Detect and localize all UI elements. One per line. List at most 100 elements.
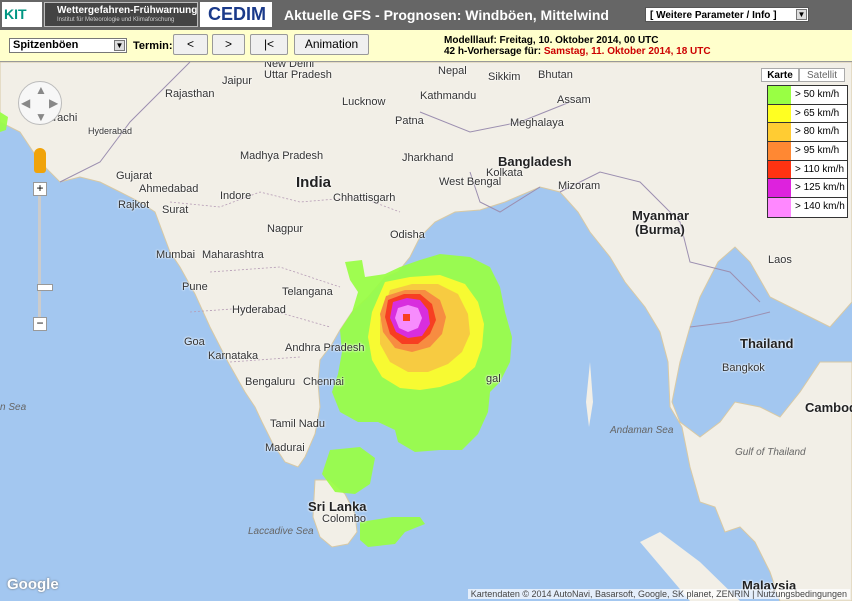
pan-up-icon[interactable]: ▲: [35, 84, 47, 96]
animation-button[interactable]: Animation: [294, 34, 369, 55]
cedim-logo[interactable]: CEDIM: [200, 2, 272, 27]
zoom-out-button[interactable]: −: [33, 317, 47, 331]
map-label: Thailand: [740, 336, 794, 351]
forecast-time: Samstag, 11. Oktober 2014, 18 UTC: [543, 46, 711, 57]
chevron-down-icon[interactable]: ▼: [114, 40, 125, 51]
legend-label: > 50 km/h: [795, 89, 840, 100]
map-type-satellite-button[interactable]: Satellit: [799, 68, 845, 82]
chevron-down-icon[interactable]: ▼: [796, 9, 807, 20]
pegman-icon[interactable]: [34, 148, 46, 173]
map-label: Andaman Sea: [610, 425, 674, 436]
map-label: Uttar Pradesh: [264, 69, 332, 81]
warning-logo[interactable]: Wettergefahren-Frühwarnung Institut für …: [44, 2, 198, 27]
map-label: Surat: [162, 204, 189, 216]
map-label: Meghalaya: [510, 117, 564, 129]
map-type-map-button[interactable]: Karte: [761, 68, 799, 82]
pan-left-icon[interactable]: ◀: [21, 97, 30, 109]
legend-item: > 80 km/h: [768, 123, 847, 143]
map-label: Gulf of Thailand: [735, 447, 806, 458]
map-label: Karnataka: [208, 350, 259, 362]
storm-center: [403, 314, 410, 321]
next-button[interactable]: >: [212, 34, 245, 55]
zoom-track[interactable]: [37, 196, 53, 317]
pan-down-icon[interactable]: ▼: [35, 111, 47, 123]
wind-overlay: [0, 112, 512, 547]
legend-swatch: [768, 104, 791, 123]
legend-swatch: [768, 142, 791, 160]
map-label: Maharashtra: [202, 249, 264, 261]
map-label: Bengaluru: [245, 376, 296, 388]
map-label: Patna: [395, 115, 424, 127]
map-view[interactable]: New Delhi Jaipur Uttar Pradesh Kathmandu…: [0, 62, 852, 601]
map-label: Kathmandu: [420, 90, 477, 102]
map-label: Ahmedabad: [139, 183, 199, 195]
map-label: Lucknow: [342, 96, 386, 108]
gust-50-area-4: [0, 112, 8, 132]
map-label: gal: [486, 373, 501, 385]
map-label: Nepal: [438, 65, 467, 77]
map-label: Bangkok: [722, 362, 765, 374]
map-label: Nagpur: [267, 223, 304, 235]
gust-50-area-3: [360, 517, 425, 547]
map-label: Tamil Nadu: [270, 418, 326, 430]
model-run-info: Modelllauf: Freitag, 10. Oktober 2014, 0…: [444, 35, 659, 46]
legend-label: > 65 km/h: [795, 107, 840, 119]
map-label: n Sea: [0, 402, 27, 413]
page-title: Aktuelle GFS - Prognosen: Windböen, Mitt…: [284, 7, 609, 23]
pan-control[interactable]: ▲ ▼ ◀ ▶: [18, 81, 62, 125]
map-label: Colombo: [322, 513, 367, 525]
map-label: Hyderabad: [88, 126, 133, 136]
toolbar: Spitzenböen ▼ Termin: < > |< Animation M…: [0, 30, 852, 62]
zoom-control[interactable]: + −: [33, 182, 53, 334]
zoom-handle[interactable]: [37, 284, 53, 291]
pan-right-icon[interactable]: ▶: [49, 97, 58, 109]
map-label: West Bengal: [439, 176, 502, 188]
map-label: Bhutan: [538, 69, 573, 81]
kit-logo[interactable]: KIT: [2, 2, 42, 27]
map-label: Chhattisgarh: [333, 192, 396, 204]
legend-swatch: [768, 123, 791, 142]
map-label: India: [296, 174, 332, 191]
map-label: Sri Lanka: [308, 499, 367, 514]
map-label: Cambodia: [805, 400, 852, 415]
legend-item: > 140 km/h: [768, 198, 847, 217]
forecast-info: 42 h-Vorhersage für: Samstag, 11. Oktobe…: [444, 46, 711, 57]
map-label: Andhra Pradesh: [285, 342, 365, 354]
parameter-dropdown-label: [ Weitere Parameter / Info ]: [650, 10, 777, 21]
map-label: Odisha: [390, 229, 425, 241]
legend-swatch: [768, 160, 791, 179]
warning-logo-subtitle: Institut für Meteorologie und Klimaforsc…: [57, 17, 175, 23]
legend-item: > 65 km/h: [768, 104, 847, 124]
map-label: Jharkhand: [402, 152, 454, 164]
legend-label: > 140 km/h: [795, 201, 845, 213]
map-label: Assam: [557, 94, 591, 106]
map-label: Madhya Pradesh: [240, 150, 324, 162]
parameter-dropdown[interactable]: [ Weitere Parameter / Info ] ▼: [645, 7, 809, 22]
legend-label: > 110 km/h: [795, 163, 845, 175]
map-label: Goa: [184, 336, 205, 348]
zoom-in-button[interactable]: +: [33, 182, 47, 196]
map-label: Myanmar: [632, 208, 690, 223]
map-label: Rajasthan: [165, 88, 215, 100]
wind-type-dropdown[interactable]: Spitzenböen ▼: [9, 38, 127, 53]
first-button[interactable]: |<: [250, 34, 288, 55]
prev-button[interactable]: <: [173, 34, 208, 55]
legend: > 50 km/h > 65 km/h > 80 km/h > 95 km/h …: [767, 85, 848, 218]
google-logo[interactable]: Google: [7, 576, 59, 593]
map-label: Laos: [768, 254, 792, 266]
legend-swatch: [768, 179, 791, 198]
legend-item: > 95 km/h: [768, 142, 847, 161]
gust-50-area-2: [322, 447, 375, 494]
map-label: Mizoram: [558, 180, 601, 192]
termin-label: Termin:: [133, 40, 173, 52]
map-attribution[interactable]: Kartendaten © 2014 AutoNavi, Basarsoft, …: [467, 589, 850, 599]
app-header: KIT Wettergefahren-Frühwarnung Institut …: [0, 0, 852, 30]
legend-item: > 50 km/h: [768, 86, 847, 105]
map-label: Sikkim: [488, 71, 521, 83]
map-label: Gujarat: [116, 170, 153, 182]
legend-label: > 125 km/h: [795, 182, 845, 194]
map-label: (Burma): [635, 222, 685, 237]
map-label: Mumbai: [156, 249, 196, 261]
map-label: Telangana: [282, 286, 333, 298]
legend-item: > 125 km/h: [768, 179, 847, 199]
